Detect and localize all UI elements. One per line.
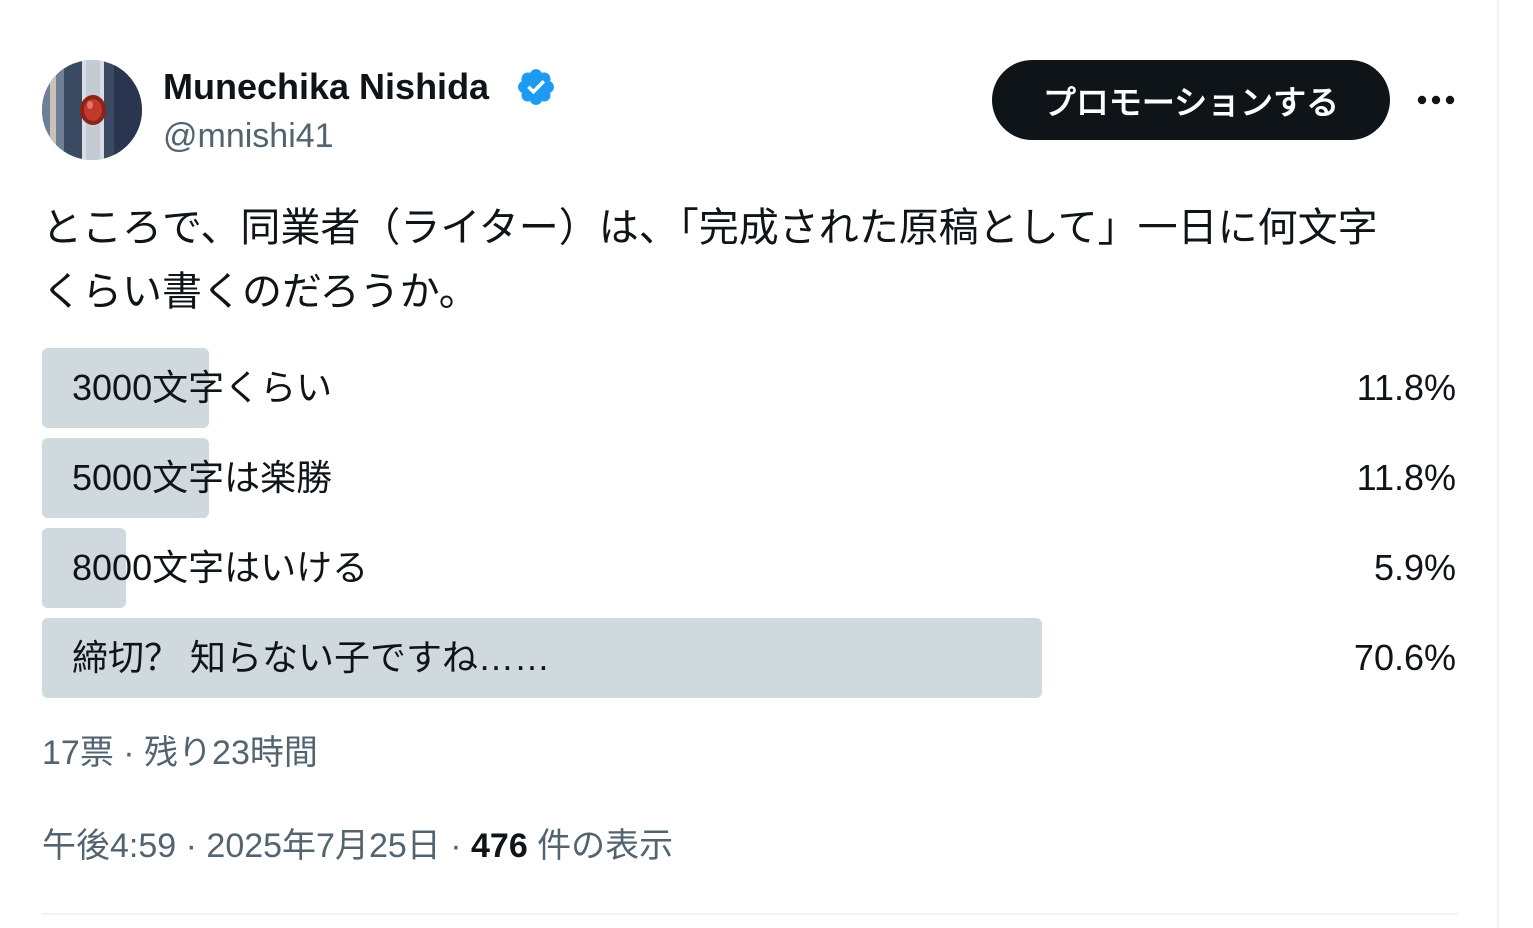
verified-badge-icon[interactable] — [515, 66, 557, 108]
column-border — [1497, 0, 1499, 928]
poll-option-percent: 11.8% — [1356, 367, 1456, 408]
poll-option-label: 3000文字くらい — [72, 367, 333, 408]
more-horizontal-icon[interactable] — [1411, 80, 1461, 120]
poll-option[interactable]: 締切？ 知らない子ですね…… 70.6% — [42, 618, 1462, 698]
views-count[interactable]: 476 — [471, 827, 528, 865]
tweet-text: ところで、同業者（ライター）は、「完成された原稿として」一日に何文字 くらい書く… — [42, 206, 1378, 314]
author-display-name[interactable]: Munechika Nishida — [163, 66, 489, 108]
poll-option-percent: 5.9% — [1373, 547, 1456, 588]
divider — [42, 913, 1458, 915]
tweet-timestamp-line: 午後4:59 · 2025年7月25日 · 476 件の表示 — [42, 823, 673, 869]
tweet-date[interactable]: 2025年7月25日 — [206, 827, 440, 865]
separator: · — [440, 827, 471, 865]
avatar-image — [42, 60, 142, 160]
poll-option[interactable]: 3000文字くらい 11.8% — [42, 348, 1462, 428]
separator: · — [176, 827, 207, 865]
tweet-time[interactable]: 午後4:59 — [42, 827, 176, 865]
author-handle[interactable]: @mnishi41 — [163, 115, 334, 157]
poll-option-label: 締切？ 知らない子ですね…… — [72, 637, 551, 678]
poll-option-percent: 70.6% — [1353, 637, 1456, 678]
poll-option-percent: 11.8% — [1356, 457, 1456, 498]
poll-option-label: 8000文字はいける — [72, 547, 369, 588]
promote-button[interactable]: プロモーションする — [992, 60, 1390, 140]
poll-meta: 17票 · 残り23時間 — [42, 734, 318, 772]
avatar[interactable] — [42, 60, 142, 160]
poll-option-label: 5000文字は楽勝 — [72, 457, 333, 498]
poll-option[interactable]: 5000文字は楽勝 11.8% — [42, 438, 1462, 518]
poll-option[interactable]: 8000文字はいける 5.9% — [42, 528, 1462, 608]
views-label: 件の表示 — [527, 827, 674, 865]
